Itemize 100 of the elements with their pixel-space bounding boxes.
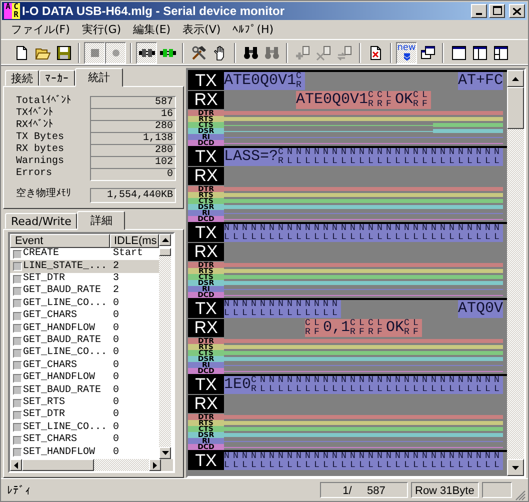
tab[interactable]: ﾏｰｶｰ — [39, 70, 75, 86]
table-row[interactable]: GET_CHARS 0 — [10, 360, 159, 372]
table-row[interactable]: GET_BAUD_RATE 0 — [10, 334, 159, 348]
table-cell-text: 0 — [112, 360, 120, 372]
scroll-thumb[interactable] — [159, 248, 171, 256]
table-row[interactable]: SET_HANDFLOW 0 — [10, 446, 159, 459]
menu-item[interactable]: ﾍﾙﾌﾟ(H) — [226, 23, 280, 36]
row-marker-icon — [13, 262, 22, 272]
table-cell: GET_LINE_CO... — [23, 347, 108, 360]
table-cell-text: 2 — [112, 285, 120, 298]
maximize-button[interactable] — [489, 4, 505, 18]
scrollbar[interactable] — [159, 248, 171, 459]
scroll-down-button[interactable] — [159, 447, 171, 459]
layout-icon — [450, 44, 466, 60]
table-row[interactable]: SET_DTR 3 — [10, 272, 159, 286]
scroll-up-button[interactable] — [507, 70, 524, 87]
table-row[interactable]: GET_CHARS 0 — [10, 310, 159, 322]
stat-value: 1,138 — [90, 132, 176, 144]
row-marker-icon — [13, 436, 22, 445]
table-row[interactable]: SET_RTS 0 — [10, 396, 159, 410]
tab[interactable]: 統計 — [75, 68, 123, 87]
menu-item[interactable]: ファイル(F) — [5, 22, 76, 37]
tx-label: TX — [188, 300, 224, 318]
minimize-button[interactable] — [471, 4, 487, 18]
tx-data: ATQ0V — [458, 300, 503, 318]
table-cell-text: SET_RTS — [23, 397, 66, 409]
table-cell-text: 2 — [112, 260, 120, 273]
table-row[interactable]: LINE_STATE_... 2 — [10, 260, 159, 273]
scroll-thumb[interactable] — [507, 87, 524, 129]
app-logo: A C R — [4, 3, 20, 19]
stat-value: 587 — [90, 96, 176, 108]
table-row[interactable]: GET_LINE_CO... 0 — [10, 298, 159, 310]
scroll-down-button[interactable] — [507, 459, 524, 476]
table-cell-text: 0 — [112, 397, 120, 410]
document-plus-icon — [294, 44, 310, 60]
left-arrow-icon — [14, 462, 18, 468]
status-row-info: Row 31Byte — [411, 482, 479, 498]
scroll-right-button[interactable] — [149, 459, 161, 471]
scrollbar[interactable] — [10, 459, 173, 471]
table-cell-text: 0 — [112, 322, 120, 335]
table-row[interactable]: GET_BAUD_RATE 2 — [10, 285, 159, 298]
scroll-up-button[interactable] — [159, 234, 171, 246]
table-row[interactable]: GET_HANDFLOW 0 — [10, 372, 159, 384]
tab[interactable]: 接続 — [5, 70, 39, 86]
scroll-left-button[interactable] — [10, 459, 22, 471]
table-row[interactable]: GET_LINE_CO... 0 — [10, 347, 159, 360]
row-marker-icon — [13, 410, 22, 420]
stat-label: Totalｲﾍﾞﾝﾄ — [16, 96, 72, 107]
stat-value: 280 — [90, 120, 176, 132]
table-cell: GET_CHARS — [23, 310, 78, 322]
table-cell: SET_LINE_CO... — [23, 422, 108, 434]
up-arrow-icon — [512, 76, 519, 80]
tx-data: AT+FC — [458, 72, 503, 90]
table-cell: CREATE — [23, 248, 60, 260]
tab[interactable]: 詳細 — [77, 211, 126, 230]
layout-icon — [472, 44, 488, 60]
tx-data: NNNNNNNNNNNNNNNNNNNNNNNNNNNNNNN LLLLLLLLLLLLLLLLLLLLLLLLLLLLLLL — [224, 452, 504, 470]
column-header[interactable]: IDLE(ms — [110, 234, 159, 248]
rx-label: RX — [188, 395, 224, 413]
table-cell: GET_HANDFLOW — [23, 322, 96, 335]
tx-data: NNNNNNNNNNNNN LLLLLLLLLLLLL — [224, 300, 342, 318]
binoculars-icon — [264, 44, 280, 60]
table-cell-text: SET_DTR — [23, 273, 66, 285]
table-cell-text: 0 — [112, 372, 120, 384]
toolbar-button[interactable]: new — [396, 42, 417, 64]
stat-label: RX bytes — [16, 144, 66, 156]
window-title: I-O DATA USB-H64.mlg - Serial device monitor — [22, 4, 284, 18]
menu-item[interactable]: 実行(G) — [76, 22, 128, 37]
table-cell: SET_HANDFLOW — [23, 446, 96, 459]
table-row[interactable]: SET_CHARS 0 — [10, 434, 159, 446]
table-cell-text: 0 — [112, 409, 120, 422]
scrollbar[interactable] — [507, 70, 524, 476]
table-cell-text: 0 — [112, 434, 120, 446]
scroll-thumb[interactable] — [22, 459, 94, 471]
row-marker-icon — [13, 250, 22, 259]
menu-item[interactable]: 編集(E) — [127, 22, 177, 37]
table-cell: SET_DTR — [23, 409, 66, 422]
table-row[interactable]: SET_LINE_CO... 0 — [10, 422, 159, 434]
table-cell-text: 0 — [112, 310, 120, 322]
new-file-icon — [14, 44, 30, 60]
table-row[interactable]: CREATE Start — [10, 248, 159, 260]
row-marker-icon — [13, 286, 22, 296]
row-marker-icon — [13, 336, 22, 346]
up-arrow-icon — [162, 238, 168, 242]
windows-icon — [420, 44, 436, 60]
stat-label: RXｲﾍﾞﾝﾄ — [16, 120, 54, 132]
rx-label: RX — [188, 91, 224, 109]
status-position: 1/ 587 — [320, 482, 408, 498]
column-header[interactable]: Event — [10, 234, 110, 248]
rx-label: RX — [188, 319, 224, 337]
toolbar-button[interactable] — [136, 42, 157, 64]
document-arrows-icon — [336, 44, 352, 60]
menu-item[interactable]: 表示(V) — [176, 22, 227, 37]
table-row[interactable]: SET_DTR 0 — [10, 409, 159, 422]
tab[interactable]: Read/Write — [5, 213, 78, 229]
close-button[interactable] — [509, 4, 525, 18]
row-marker-icon — [13, 374, 22, 383]
table-row[interactable]: SET_BAUD_RATE 0 — [10, 384, 159, 397]
table-row[interactable]: GET_HANDFLOW 0 — [10, 322, 159, 335]
status-text: ﾚﾃﾞｨ — [6, 484, 32, 496]
